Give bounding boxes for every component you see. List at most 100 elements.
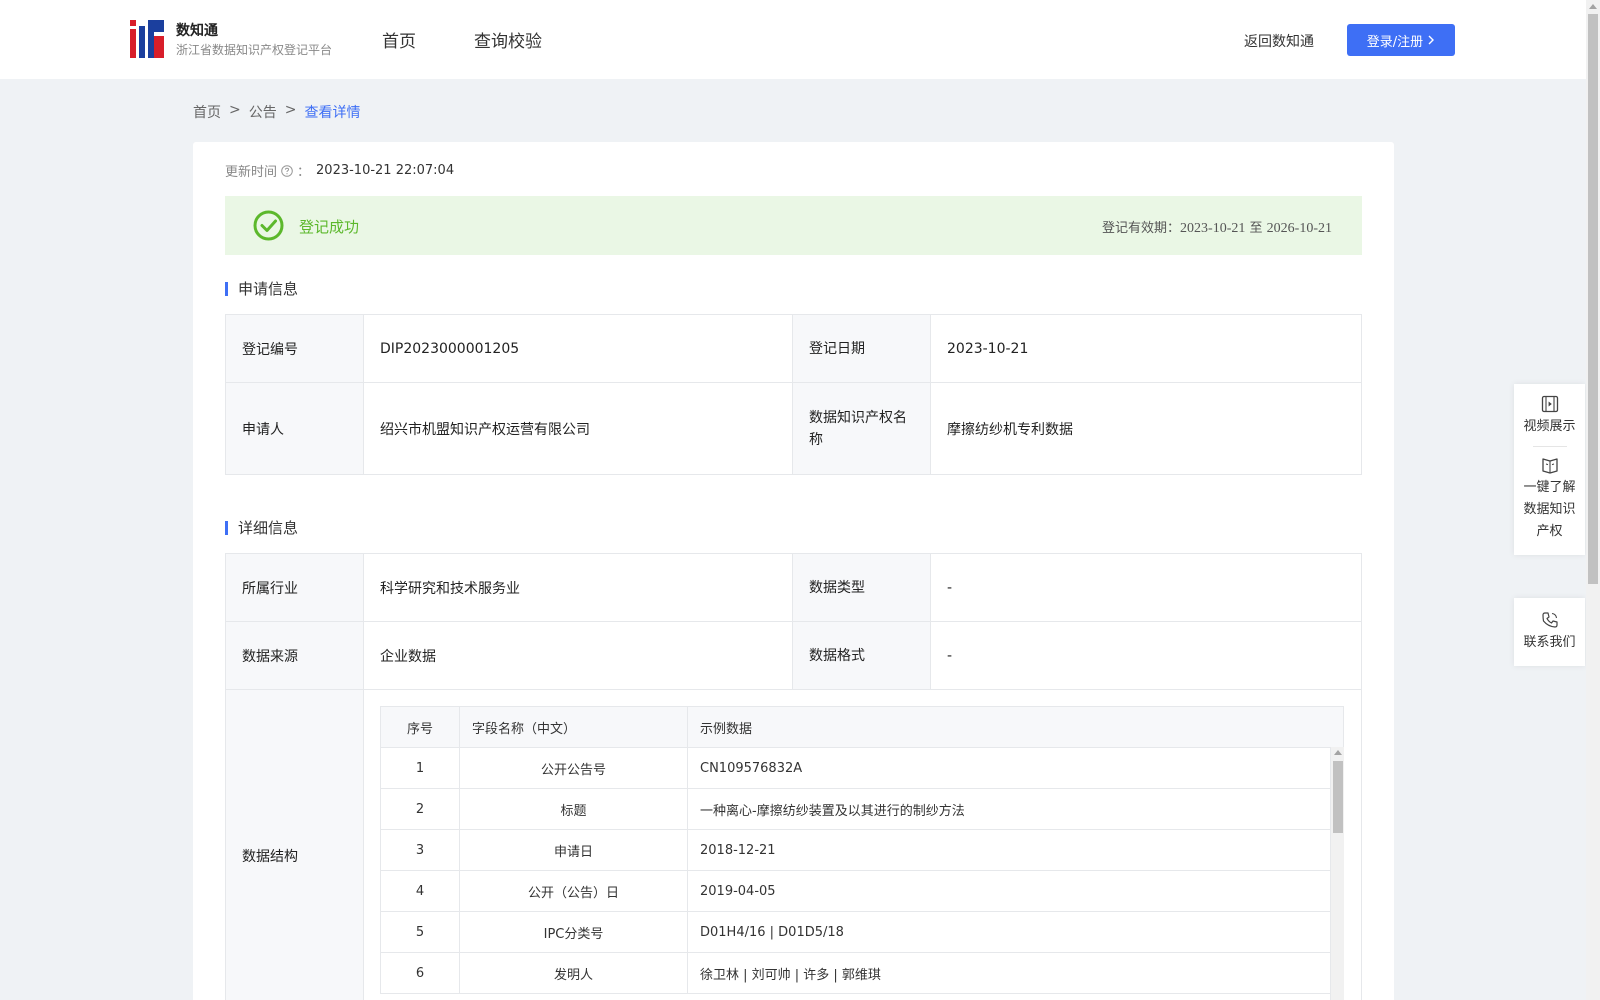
contact-us-button[interactable]: 联系我们: [1514, 610, 1585, 654]
data-format-label: 数据格式: [792, 621, 931, 690]
back-to-shuzhitong-link[interactable]: 返回数知通: [1244, 31, 1314, 51]
row-no: 2: [380, 788, 460, 830]
logo-subtitle: 浙江省数据知识产权登记平台: [176, 43, 333, 57]
row-field-name: 申请日: [459, 829, 688, 871]
data-source-value: 企业数据: [363, 621, 793, 690]
structure-table-scrollbar[interactable]: [1330, 747, 1344, 1000]
details-info-table: 所属行业 科学研究和技术服务业 数据类型 - 数据来源 企业数据 数据格式 - …: [225, 553, 1362, 1000]
industry-label: 所属行业: [225, 553, 364, 622]
reg-date-label: 登记日期: [792, 314, 931, 383]
data-structure-label: 数据结构: [225, 689, 364, 1000]
scroll-up-arrow-icon[interactable]: [1589, 4, 1597, 9]
validity-start: 2023-10-21: [1180, 221, 1246, 236]
data-structure-table: 序号 字段名称（中文） 示例数据 1 公开公告号 CN109576832A 2 …: [380, 706, 1344, 994]
breadcrumb-announcement[interactable]: 公告: [249, 102, 277, 122]
validity-period: 登记有效期：2023-10-21 至 2026-10-21: [1102, 217, 1332, 237]
reg-no-label: 登记编号: [225, 314, 364, 383]
learn-data-ip-label-2: 数据知识: [1523, 502, 1576, 517]
float-panel-top: 视频展示 一键了解 数据知识 产权: [1514, 384, 1585, 555]
update-time: 更新时间 ： 2023-10-21 22:07:04: [225, 161, 454, 180]
row-sample: D01H4/16 | D01D5/18: [687, 911, 1344, 953]
table-row: 3 申请日 2018-12-21: [380, 829, 1344, 871]
validity-label: 登记有效期：: [1102, 221, 1181, 236]
row-no: 1: [380, 747, 460, 789]
scrollbar-thumb[interactable]: [1333, 761, 1343, 833]
table-row: 4 公开（公告）日 2019-04-05: [380, 870, 1344, 912]
row-sample: 2018-12-21: [687, 829, 1344, 871]
logo-icon[interactable]: [130, 20, 166, 58]
breadcrumb: 首页 > 公告 > 查看详情: [193, 102, 360, 122]
row-no: 3: [380, 829, 460, 871]
breadcrumb-current: 查看详情: [304, 105, 361, 121]
table-row: 1 公开公告号 CN109576832A: [380, 747, 1344, 789]
col-header-no: 序号: [380, 706, 460, 748]
data-source-label: 数据来源: [225, 621, 364, 690]
row-sample: 2019-04-05: [687, 870, 1344, 912]
update-time-colon: ：: [297, 165, 311, 180]
learn-data-ip-label-3: 产权: [1536, 524, 1563, 539]
page-scrollbar[interactable]: [1586, 0, 1600, 1000]
logo-title: 数知通: [176, 23, 218, 39]
row-field-name: 公开（公告）日: [459, 870, 688, 912]
row-no: 6: [380, 952, 460, 994]
ip-name-value: 摩擦纺纱机专利数据: [930, 382, 1362, 475]
video-showcase-label: 视频展示: [1523, 419, 1576, 434]
breadcrumb-home[interactable]: 首页: [193, 102, 221, 122]
contact-us-label: 联系我们: [1523, 635, 1576, 650]
structure-header-row: 序号 字段名称（中文） 示例数据: [380, 706, 1344, 748]
nav-home[interactable]: 首页: [382, 27, 416, 52]
applicant-label: 申请人: [225, 382, 364, 475]
video-icon: [1541, 395, 1558, 413]
row-sample: 一种离心-摩擦纺纱装置及以其进行的制纱方法: [687, 788, 1344, 830]
detail-card: 更新时间 ： 2023-10-21 22:07:04 登记成功 登记有效期：20…: [193, 142, 1394, 1000]
col-header-field-name: 字段名称（中文）: [459, 706, 688, 748]
float-panel-bottom: 联系我们: [1514, 598, 1585, 666]
data-type-label: 数据类型: [792, 553, 931, 622]
industry-value: 科学研究和技术服务业: [363, 553, 793, 622]
nav-query-verify[interactable]: 查询校验: [474, 27, 542, 52]
table-row: 登记编号 DIP2023000001205 登记日期 2023-10-21: [225, 314, 1362, 383]
reg-date-value: 2023-10-21: [930, 314, 1362, 383]
table-row: 数据结构 序号 字段名称（中文） 示例数据 1 公开公告号 CN10957683…: [225, 689, 1362, 1000]
application-info-table: 登记编号 DIP2023000001205 登记日期 2023-10-21 申请…: [225, 314, 1362, 475]
table-row: 申请人 绍兴市机盟知识产权运营有限公司 数据知识产权名称 摩擦纺纱机专利数据: [225, 382, 1362, 475]
validity-end: 2026-10-21: [1266, 221, 1332, 236]
video-showcase-button[interactable]: 视频展示: [1514, 394, 1585, 438]
chevron-right-icon: [1428, 35, 1435, 45]
row-no: 5: [380, 911, 460, 953]
section-title-details: 详细信息: [225, 521, 298, 536]
top-header: 数知通 浙江省数据知识产权登记平台 首页 查询校验 返回数知通 登录/注册: [0, 0, 1586, 79]
row-field-name: 发明人: [459, 952, 688, 994]
table-row: 所属行业 科学研究和技术服务业 数据类型 -: [225, 553, 1362, 622]
data-structure-wrapper: 序号 字段名称（中文） 示例数据 1 公开公告号 CN109576832A 2 …: [380, 706, 1344, 1000]
data-structure-cell: 序号 字段名称（中文） 示例数据 1 公开公告号 CN109576832A 2 …: [363, 689, 1362, 1000]
status-text: 登记成功: [299, 218, 360, 236]
table-row: 5 IPC分类号 D01H4/16 | D01D5/18: [380, 911, 1344, 953]
learn-data-ip-button[interactable]: 一键了解 数据知识 产权: [1514, 455, 1585, 543]
update-time-value: 2023-10-21 22:07:04: [316, 163, 455, 178]
data-type-value: -: [930, 553, 1362, 622]
phone-icon: [1541, 612, 1558, 628]
table-row: 2 标题 一种离心-摩擦纺纱装置及以其进行的制纱方法: [380, 788, 1344, 830]
reg-no-value: DIP2023000001205: [363, 314, 793, 383]
breadcrumb-separator: >: [229, 102, 241, 118]
book-icon: [1541, 458, 1558, 474]
ip-name-label: 数据知识产权名称: [792, 382, 931, 475]
status-banner: 登记成功 登记有效期：2023-10-21 至 2026-10-21: [225, 196, 1362, 255]
learn-data-ip-label-1: 一键了解: [1523, 480, 1576, 495]
page-scrollbar-thumb[interactable]: [1588, 14, 1598, 584]
breadcrumb-separator: >: [284, 102, 297, 118]
login-register-button[interactable]: 登录/注册: [1347, 24, 1455, 56]
row-field-name: IPC分类号: [459, 911, 688, 953]
update-time-label: 更新时间: [225, 165, 278, 180]
check-circle-icon: [253, 210, 284, 241]
scroll-up-arrow-icon[interactable]: [1334, 750, 1342, 755]
section-title-application: 申请信息: [225, 282, 298, 297]
row-field-name: 公开公告号: [459, 747, 688, 789]
float-divider: [1532, 446, 1567, 447]
row-no: 4: [380, 870, 460, 912]
login-register-label: 登录/注册: [1366, 34, 1424, 50]
row-sample: CN109576832A: [687, 747, 1344, 789]
data-format-value: -: [930, 621, 1362, 690]
question-circle-icon[interactable]: [281, 164, 293, 177]
